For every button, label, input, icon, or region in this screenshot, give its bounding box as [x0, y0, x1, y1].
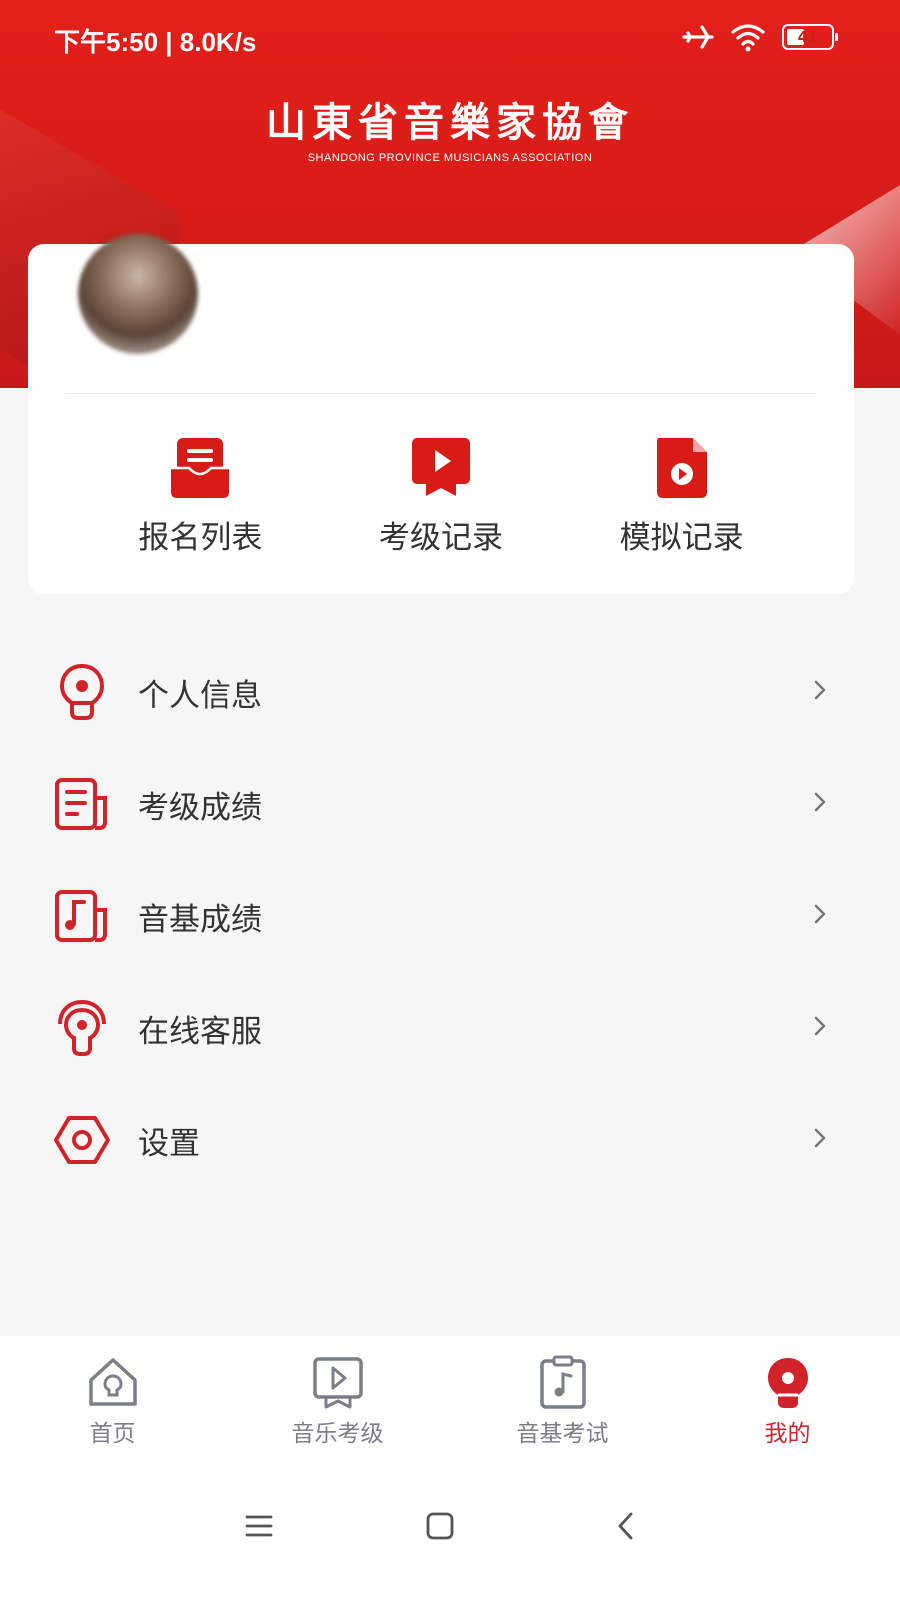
video-play-icon	[411, 438, 470, 496]
quick-action-label: 考级记录	[378, 520, 503, 556]
status-time: 下午5:50 | 8.0K/s	[54, 27, 257, 57]
inbox-list-icon	[171, 438, 230, 498]
quick-action-label: 模拟记录	[619, 520, 744, 556]
logo-title: 山東省音樂家協會	[266, 99, 634, 146]
profile-icon	[767, 1358, 808, 1408]
nav-menu-button[interactable]	[229, 1496, 289, 1556]
tab-music-theory-exam[interactable]: 音基考试	[450, 1336, 675, 1466]
quick-action-exam-records[interactable]: 考级记录	[341, 434, 541, 557]
quick-action-registration-list[interactable]: 报名列表	[100, 434, 300, 557]
menu-item-label: 考级成绩	[138, 790, 262, 826]
chevron-right-icon	[814, 1128, 826, 1148]
chevron-right-icon	[814, 680, 826, 700]
menu-item-label: 设置	[138, 1126, 200, 1162]
quick-action-mock-records[interactable]: 模拟记录	[582, 434, 782, 557]
chevron-right-icon	[814, 792, 826, 812]
file-play-icon	[656, 438, 707, 498]
music-sheet-icon	[55, 890, 107, 942]
tab-mine[interactable]: 我的	[675, 1336, 900, 1466]
clipboard-music-icon	[539, 1355, 586, 1409]
quick-actions: 报名列表 考级记录 模拟记录	[28, 434, 854, 557]
menu-item-online-service[interactable]: 在线客服	[0, 970, 900, 1082]
menu-icon	[245, 1515, 273, 1537]
headset-icon	[58, 999, 106, 1056]
card-divider	[66, 393, 816, 394]
tab-label: 首页	[89, 1421, 136, 1447]
nav-home-button[interactable]	[410, 1496, 470, 1556]
airplane-icon	[682, 25, 714, 49]
home-icon	[88, 1358, 137, 1406]
tab-label: 音乐考级	[291, 1421, 384, 1447]
chevron-right-icon	[814, 904, 826, 924]
association-logo: 山東省音樂家協會 SHANDONG PROVINCE MUSICIANS ASS…	[0, 90, 900, 164]
profile-card: 报名列表 考级记录 模拟记录	[28, 234, 854, 594]
settings-icon	[54, 1116, 110, 1164]
nav-back-button[interactable]	[596, 1496, 656, 1556]
tab-music-grading[interactable]: 音乐考级	[225, 1336, 450, 1466]
back-icon	[618, 1512, 633, 1540]
square-icon	[426, 1512, 454, 1540]
menu-item-settings[interactable]: 设置	[0, 1082, 900, 1194]
logo-subtitle: SHANDONG PROVINCE MUSICIANS ASSOCIATION	[307, 152, 593, 164]
menu-item-personal-info[interactable]: 个人信息	[0, 634, 900, 746]
status-bar: 下午5:50 | 8.0K/s 41	[0, 0, 900, 80]
avatar[interactable]	[78, 234, 198, 354]
menu-list: 个人信息 考级成绩 音基成绩 在线客服 设置	[0, 634, 900, 1194]
battery-icon: 41	[782, 24, 838, 50]
tab-label: 我的	[764, 1421, 811, 1447]
menu-item-exam-scores[interactable]: 考级成绩	[0, 746, 900, 858]
menu-item-music-theory-scores[interactable]: 音基成绩	[0, 858, 900, 970]
wifi-icon	[731, 24, 765, 52]
battery-level: 41	[797, 28, 819, 46]
status-icons: 41	[682, 22, 838, 52]
system-nav-bar	[0, 1466, 900, 1600]
tab-label: 音基考试	[516, 1421, 609, 1447]
chevron-right-icon	[814, 1016, 826, 1036]
menu-item-label: 个人信息	[138, 678, 262, 714]
menu-item-label: 在线客服	[138, 1014, 262, 1050]
menu-item-label: 音基成绩	[138, 902, 262, 938]
tab-home[interactable]: 首页	[0, 1336, 225, 1466]
user-info-icon	[59, 663, 105, 720]
play-board-icon	[312, 1357, 363, 1409]
bottom-tab-bar: 首页 音乐考级 音基考试 我的	[0, 1336, 900, 1466]
document-icon	[55, 778, 107, 830]
quick-action-label: 报名列表	[138, 520, 263, 556]
